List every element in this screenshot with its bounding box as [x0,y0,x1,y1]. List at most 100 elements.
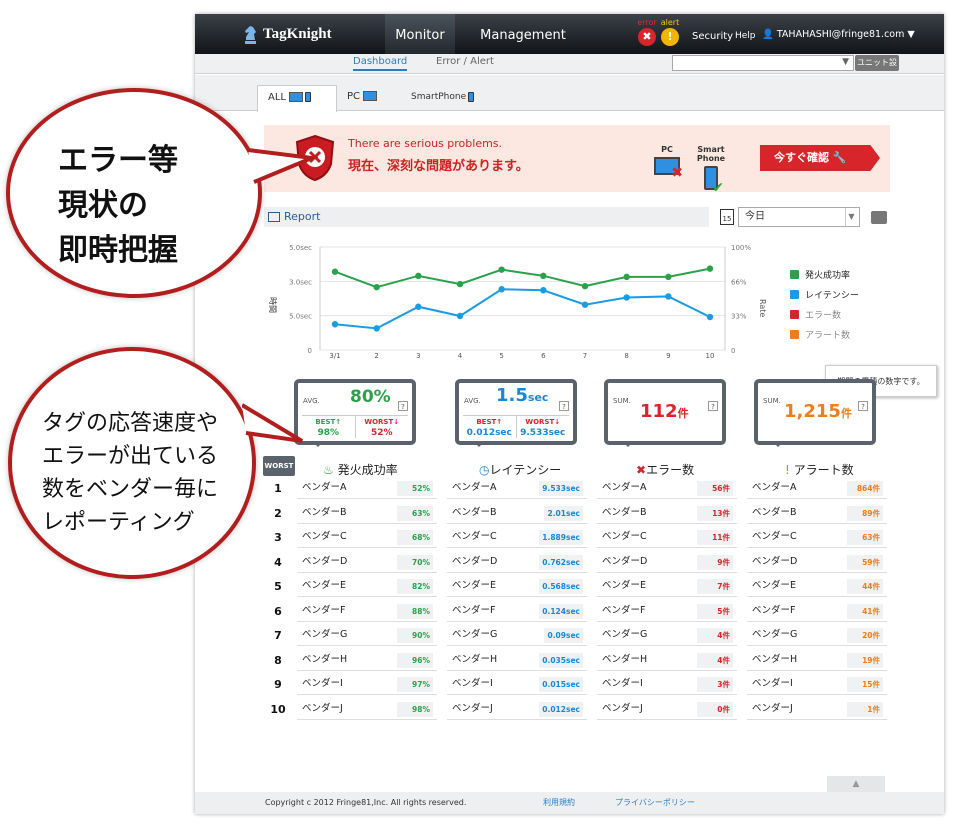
column-header-latency-label: レイテンシー [489,463,562,477]
error-status-button[interactable]: error ✖ [636,18,658,46]
ranking-row-error[interactable]: ベンダーA 56件 [597,479,737,499]
vendor-name: ベンダーF [602,604,646,616]
calendar-icon[interactable]: 15 [720,209,734,225]
ranking-row-alert[interactable]: ベンダーH 19件 [747,651,887,671]
ranking-row-error[interactable]: ベンダーD 9件 [597,553,737,573]
metric-value: 4件 [697,628,733,643]
rank-number: 1 [274,482,282,495]
metric-value: 4件 [697,652,733,668]
help-icon[interactable]: ? [559,401,569,411]
unit-select[interactable]: ▼ [672,55,854,71]
ranking-row-alert[interactable]: ベンダーI 15件 [747,675,887,695]
ranking-row-success[interactable]: ベンダーE 82% [297,577,437,597]
vendor-name: ベンダーI [302,678,343,689]
latency-avg-value: 1.5 [496,385,528,406]
metric-value: 59件 [847,554,883,570]
ranking-row-latency[interactable]: ベンダーF 0.124sec [447,602,587,622]
data-point [665,293,672,300]
ranking-row-success[interactable]: ベンダーH 96% [297,651,437,671]
nav-management[interactable]: Management [473,14,573,54]
scroll-top-button[interactable]: ▲ [827,776,885,792]
data-point [581,301,589,308]
alert-status-button[interactable]: alert ! [659,18,681,46]
ranking-row-success[interactable]: ベンダーI 97% [297,675,437,695]
date-range-select[interactable]: 今日 ▼ [738,207,860,227]
ranking-row-alert[interactable]: ベンダーE 44件 [747,577,887,597]
security-link[interactable]: Security [692,31,733,42]
help-icon[interactable]: ? [398,401,408,411]
help-icon[interactable]: ? [858,401,868,411]
ranking-row-error[interactable]: ベンダーB 13件 [597,504,737,524]
x-tick-label: 3/1 [329,352,340,360]
help-icon[interactable]: ? [708,401,718,411]
data-point [456,312,464,320]
privacy-link[interactable]: プライバシーポリシー [615,792,695,814]
wrench-icon: 🔧 [832,151,847,164]
terms-link[interactable]: 利用規約 [543,792,575,814]
printer-icon[interactable] [871,211,887,224]
ranking-row-success[interactable]: ベンダーG 90% [297,626,437,646]
vendor-name: ベンダーD [602,555,648,567]
ranking-row-error[interactable]: ベンダーF 5件 [597,602,737,622]
ranking-row-latency[interactable]: ベンダーC 1.889sec [447,528,587,548]
ranking-row-latency[interactable]: ベンダーH 0.035sec [447,651,587,671]
ranking-row-latency[interactable]: ベンダーE 0.568sec [447,577,587,597]
callout-2-line: 数をベンダー毎に [42,477,219,502]
latency-stat: AVG. 1.5sec ? BEST↑ 0.012sec WORST↓ 9.533s… [455,379,577,447]
check-now-button[interactable]: 今すぐ確認 🔧 [760,145,880,171]
ranking-row-success[interactable]: ベンダーC 68% [297,528,437,548]
stat-label: AVG. [464,397,481,405]
ranking-row-error[interactable]: ベンダーE 7件 [597,577,737,597]
callout-2-line: タグの応答速度や [42,411,219,436]
tab-error-alert[interactable]: Error / Alert [436,56,494,67]
ranking-row-alert[interactable]: ベンダーJ 1件 [747,700,887,720]
ranking-row-success[interactable]: ベンダーF 88% [297,602,437,622]
user-menu[interactable]: 👤 TAHAHASHI@fringe81.com ▼ [762,29,915,40]
ranking-row-error[interactable]: ベンダーI 3件 [597,675,737,695]
callout-tail [248,148,318,184]
help-link[interactable]: Help [735,31,756,41]
error-sum: 112件 [640,401,689,422]
tab-smartphone-label: SmartPhone [411,92,467,102]
tab-dashboard[interactable]: Dashboard [353,56,408,71]
ranking-row-latency[interactable]: ベンダーA 9.533sec [447,479,587,499]
legend-item: レイテンシー [805,290,859,301]
ranking-row-error[interactable]: ベンダーJ 0件 [597,700,737,720]
exclamation-icon: ! [785,463,790,477]
ranking-row-success[interactable]: ベンダーJ 98% [297,700,437,720]
ranking-row-latency[interactable]: ベンダーB 2.01sec [447,504,587,524]
ranking-row-latency[interactable]: ベンダーI 0.015sec [447,675,587,695]
tab-pc[interactable]: PC [337,85,397,111]
tab-smartphone[interactable]: SmartPhone [401,85,491,111]
ranking-row-success[interactable]: ベンダーB 63% [297,504,437,524]
metric-value: 63% [397,505,433,521]
ranking-row-success[interactable]: ベンダーA 52% [297,479,437,499]
metric-value: 52% [397,481,433,496]
metric-value: 1.889sec [539,530,583,545]
ranking-row-latency[interactable]: ベンダーJ 0.012sec [447,700,587,720]
vendor-name: ベンダーG [602,629,648,640]
ranking-row-error[interactable]: ベンダーH 4件 [597,651,737,671]
logo[interactable]: TagKnight [241,22,332,46]
footer: Copyright c 2012 Fringe81,Inc. All right… [195,792,944,814]
ranking-row-alert[interactable]: ベンダーF 41件 [747,602,887,622]
ranking-row-error[interactable]: ベンダーC 11件 [597,528,737,548]
series-line [334,267,711,289]
nav-monitor[interactable]: Monitor [385,14,455,54]
ranking-row-alert[interactable]: ベンダーB 89件 [747,504,887,524]
tab-all[interactable]: ALL [257,85,337,112]
ranking-row-alert[interactable]: ベンダーD 59件 [747,553,887,573]
callout-1-text: エラー等 現状の 即時把握 [58,138,178,273]
ranking-row-alert[interactable]: ベンダーG 20件 [747,626,887,646]
ranking-row-alert[interactable]: ベンダーA 864件 [747,479,887,499]
pc-icon [288,92,303,102]
ranking-row-latency[interactable]: ベンダーG 0.09sec [447,626,587,646]
y-right-tick-label: 66% [731,278,747,286]
ranking-row-alert[interactable]: ベンダーC 63件 [747,528,887,548]
unit-settings-button[interactable]: ユニット設定 [855,55,899,83]
x-tick-label: 9 [666,352,670,360]
ranking-row-latency[interactable]: ベンダーD 0.762sec [447,553,587,573]
ranking-row-error[interactable]: ベンダーG 4件 [597,626,737,646]
error-label: error [637,18,657,27]
ranking-row-success[interactable]: ベンダーD 70% [297,553,437,573]
